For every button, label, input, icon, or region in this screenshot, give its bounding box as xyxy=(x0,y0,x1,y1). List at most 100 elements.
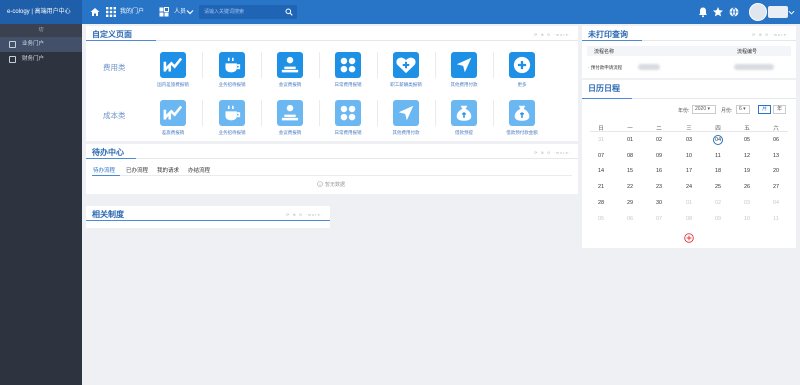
bell-icon[interactable] xyxy=(697,6,709,18)
calendar-day[interactable]: 03 xyxy=(682,137,696,143)
shortcut-tile[interactable] xyxy=(219,100,245,126)
year-view-button[interactable]: 年 xyxy=(773,105,786,114)
shortcut-tile[interactable] xyxy=(451,52,477,78)
month-view-button[interactable]: 月 xyxy=(758,105,771,114)
shortcut-tile-label[interactable]: 日常费用报销 xyxy=(318,130,378,136)
sidebar-item-business-portal[interactable]: 业务门户 xyxy=(0,37,82,52)
panel-controls[interactable]: ⟳ ⊕ ⊖ ·more· xyxy=(752,32,789,37)
shortcut-tile-label[interactable]: 借款预提 xyxy=(434,130,494,136)
search-icon[interactable] xyxy=(285,8,293,16)
calendar-day[interactable]: 04 xyxy=(769,200,783,206)
calendar-day[interactable]: 21 xyxy=(594,184,608,190)
chevron-down-icon[interactable] xyxy=(186,8,194,16)
calendar-day[interactable]: 23 xyxy=(652,184,666,190)
shortcut-tile[interactable] xyxy=(393,100,419,126)
shortcut-tile-label[interactable]: 国内差旅费报销 xyxy=(143,82,203,88)
shortcut-tile-label[interactable]: 其他费用付款 xyxy=(434,82,494,88)
home-icon[interactable] xyxy=(89,6,101,18)
calendar-day[interactable]: 01 xyxy=(623,137,637,143)
shortcut-tile-label[interactable]: 业务招待报销 xyxy=(202,130,262,136)
shortcut-tile[interactable] xyxy=(277,52,303,78)
calendar-day[interactable]: 26 xyxy=(740,184,754,190)
calendar-day[interactable]: 20 xyxy=(769,168,783,174)
month-select[interactable]: 6 ▾ xyxy=(736,105,750,114)
calendar-day[interactable]: 16 xyxy=(652,168,666,174)
shortcut-tile-label[interactable]: 会议费报销 xyxy=(260,130,320,136)
shortcut-tile-label[interactable]: 职工薪酬类报销 xyxy=(376,82,436,88)
shortcut-tile[interactable] xyxy=(335,52,361,78)
shortcut-tile[interactable] xyxy=(335,100,361,126)
calendar-day[interactable]: 27 xyxy=(769,184,783,190)
sidebar-item-finance-portal[interactable]: 财务门户 xyxy=(0,52,82,67)
calendar-day[interactable]: 28 xyxy=(594,200,608,206)
calendar-day[interactable]: 10 xyxy=(740,216,754,222)
person-filter-icon[interactable] xyxy=(158,6,170,18)
sidebar-collapse-toggle[interactable]: 切 xyxy=(0,24,82,37)
calendar-day[interactable]: 22 xyxy=(623,184,637,190)
calendar-day[interactable]: 01 xyxy=(682,200,696,206)
panel-controls[interactable]: ⟳ ⊕ ⊖ ·more· xyxy=(286,212,323,217)
year-select[interactable]: 2020 ▾ xyxy=(692,105,716,114)
calendar-day[interactable]: 29 xyxy=(623,200,637,206)
calendar-day[interactable]: 12 xyxy=(740,153,754,159)
calendar-day[interactable]: 17 xyxy=(682,168,696,174)
calendar-day[interactable]: 15 xyxy=(623,168,637,174)
panel-controls[interactable]: ⟳ ⊕ ⊖ ·more· xyxy=(534,150,571,155)
my-portal-link[interactable]: 我的门户 xyxy=(120,0,144,24)
person-dropdown[interactable]: 人员 xyxy=(174,0,186,24)
user-menu[interactable] xyxy=(768,6,788,18)
shortcut-tile-label[interactable]: 业务招待报销 xyxy=(202,82,262,88)
search-input[interactable]: 请输入关键词搜索 xyxy=(199,5,297,19)
calendar-day[interactable]: 19 xyxy=(740,168,754,174)
shortcut-tile[interactable] xyxy=(393,52,419,78)
calendar-day[interactable]: 09 xyxy=(711,216,725,222)
shortcut-tile[interactable] xyxy=(160,52,186,78)
shortcut-tile[interactable] xyxy=(451,100,477,126)
shortcut-tile-label[interactable]: 借款预付款金额 xyxy=(492,130,552,136)
shortcut-tile[interactable] xyxy=(509,52,535,78)
tab-done[interactable]: 已办流程 xyxy=(126,166,148,174)
shortcut-tile-label[interactable]: 差旅费报销 xyxy=(143,130,203,136)
shortcut-tile-label[interactable]: 会议费报销 xyxy=(260,82,320,88)
calendar-day[interactable]: 11 xyxy=(769,216,783,222)
calendar-day[interactable]: 13 xyxy=(769,153,783,159)
add-circle-icon[interactable] xyxy=(684,233,694,243)
shortcut-tile-label[interactable]: 更多 xyxy=(492,82,552,88)
calendar-day[interactable]: 11 xyxy=(711,153,725,159)
calendar-day[interactable]: 30 xyxy=(652,200,666,206)
shortcut-tile[interactable] xyxy=(219,52,245,78)
shortcut-tile[interactable] xyxy=(509,100,535,126)
shortcut-tile[interactable] xyxy=(160,100,186,126)
calendar-day[interactable]: 09 xyxy=(652,153,666,159)
calendar-day[interactable]: 31 xyxy=(594,137,608,143)
calendar-day[interactable]: 03 xyxy=(740,200,754,206)
calendar-day[interactable]: 02 xyxy=(652,137,666,143)
calendar-day[interactable]: 06 xyxy=(623,216,637,222)
calendar-day[interactable]: 02 xyxy=(711,200,725,206)
calendar-day[interactable]: 25 xyxy=(711,184,725,190)
shortcut-tile-label[interactable]: 日常费用报销 xyxy=(318,82,378,88)
calendar-day[interactable]: 24 xyxy=(682,184,696,190)
tab-my-requests[interactable]: 我的请求 xyxy=(157,166,179,174)
user-menu-chevron-icon[interactable] xyxy=(788,9,795,16)
calendar-day[interactable]: 05 xyxy=(740,137,754,143)
table-row-name[interactable]: · 预付款申请流程 xyxy=(588,65,622,71)
calendar-day[interactable]: 08 xyxy=(623,153,637,159)
calendar-day[interactable]: 18 xyxy=(711,168,725,174)
calendar-day[interactable]: 05 xyxy=(594,216,608,222)
calendar-day[interactable]: 06 xyxy=(769,137,783,143)
apps-grid-icon[interactable] xyxy=(105,6,117,18)
calendar-day[interactable]: 07 xyxy=(652,216,666,222)
calendar-day[interactable]: 14 xyxy=(594,168,608,174)
shortcut-tile[interactable] xyxy=(277,100,303,126)
shortcut-tile-label[interactable]: 其他费用付款 xyxy=(376,130,436,136)
calendar-day[interactable]: 07 xyxy=(594,153,608,159)
user-avatar[interactable] xyxy=(749,3,767,21)
calendar-day[interactable]: 08 xyxy=(682,216,696,222)
tab-pending[interactable]: 待办流程 xyxy=(93,166,115,174)
tab-completed[interactable]: 办结流程 xyxy=(188,166,210,174)
globe-icon[interactable] xyxy=(728,6,740,18)
star-icon[interactable] xyxy=(712,6,724,18)
panel-controls[interactable]: ⟳ ⊕ ⊖ ·more· xyxy=(534,32,571,37)
calendar-day[interactable]: 10 xyxy=(682,153,696,159)
